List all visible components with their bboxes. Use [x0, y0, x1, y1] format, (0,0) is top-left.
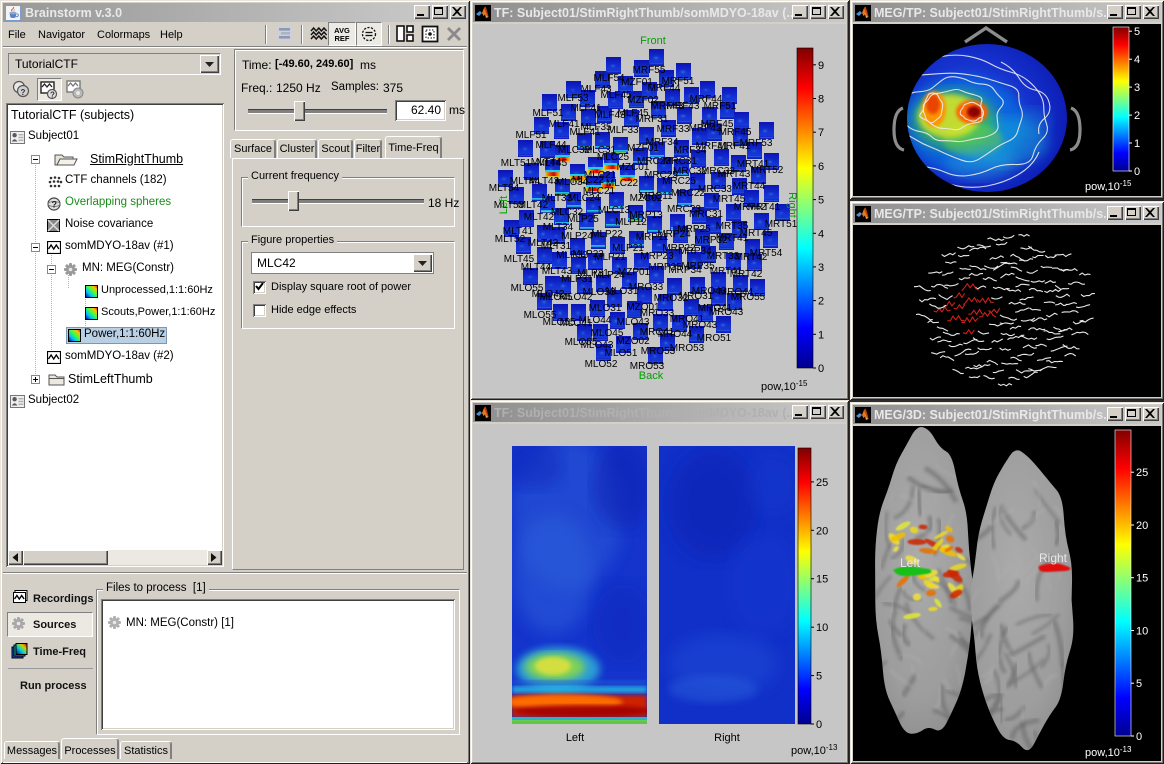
- svg-text:MLF33: MLF33: [607, 125, 639, 136]
- svg-text:MLT42: MLT42: [524, 212, 555, 223]
- svg-text:MLT52: MLT52: [495, 234, 526, 245]
- svg-text:MRC31: MRC31: [689, 209, 723, 220]
- svg-text:10: 10: [1136, 626, 1148, 638]
- svg-text:?: ?: [52, 200, 58, 210]
- svg-text:MLF41: MLF41: [548, 119, 580, 130]
- svg-text:MRO55: MRO55: [731, 292, 766, 303]
- svg-text:MLT54: MLT54: [489, 183, 520, 194]
- svg-text:MLF51: MLF51: [515, 130, 547, 141]
- svg-text:MRO43: MRO43: [709, 307, 744, 318]
- svg-text:MRT42: MRT42: [730, 269, 763, 280]
- svg-text:MRF51: MRF51: [662, 76, 695, 87]
- svg-text:MLO52: MLO52: [585, 359, 618, 370]
- svg-text:7: 7: [818, 127, 824, 139]
- svg-text:MRC11: MRC11: [639, 191, 673, 202]
- svg-text:25: 25: [1136, 467, 1148, 479]
- svg-text:MZF02: MZF02: [627, 95, 659, 106]
- svg-text:0: 0: [1136, 731, 1142, 743]
- svg-text:Front: Front: [640, 35, 666, 47]
- svg-text:MLO55: MLO55: [524, 310, 557, 321]
- svg-text:pow,10-13: pow,10-13: [1085, 745, 1132, 759]
- svg-text:0: 0: [1134, 166, 1140, 178]
- svg-text:MLO55: MLO55: [511, 283, 544, 294]
- svg-text:5: 5: [1136, 678, 1142, 690]
- svg-text:MLF54: MLF54: [593, 73, 625, 84]
- svg-text:20: 20: [1136, 520, 1148, 532]
- svg-text:MLF41: MLF41: [570, 103, 602, 114]
- svg-text:MLP12: MLP12: [615, 217, 647, 228]
- svg-text:MRF53: MRF53: [740, 138, 773, 149]
- svg-text:15: 15: [816, 574, 828, 586]
- svg-text:6: 6: [818, 161, 824, 173]
- svg-text:2: 2: [1134, 110, 1140, 122]
- svg-text:5: 5: [816, 671, 822, 683]
- svg-text:3: 3: [1134, 82, 1140, 94]
- svg-text:MRT44: MRT44: [733, 181, 766, 192]
- svg-text:MLT34: MLT34: [543, 222, 574, 233]
- svg-text:MLT42: MLT42: [528, 238, 559, 249]
- svg-text:MRT54: MRT54: [750, 248, 783, 259]
- svg-text:8: 8: [818, 94, 824, 106]
- svg-text:MRT43: MRT43: [718, 169, 751, 180]
- svg-text:MLC24: MLC24: [568, 193, 601, 204]
- svg-text:5: 5: [1134, 26, 1140, 38]
- svg-text:Left: Left: [566, 732, 584, 744]
- svg-text:MZF01: MZF01: [621, 77, 653, 88]
- svg-text:MLC13: MLC13: [598, 205, 631, 216]
- svg-text:MRF51: MRF51: [704, 101, 737, 112]
- svg-text:Right: Right: [714, 732, 740, 744]
- svg-text:pow,10-13: pow,10-13: [791, 743, 838, 757]
- svg-text:?: ?: [50, 91, 55, 100]
- svg-text:Right: Right: [786, 192, 798, 218]
- svg-text:MLO31: MLO31: [589, 303, 622, 314]
- svg-text:MRF33: MRF33: [657, 124, 690, 135]
- svg-text:25: 25: [816, 477, 828, 489]
- svg-text:MRT41: MRT41: [748, 202, 781, 213]
- svg-text:MRO53: MRO53: [670, 343, 705, 354]
- svg-text:MRT51: MRT51: [765, 219, 798, 230]
- svg-text:0: 0: [818, 363, 824, 375]
- svg-text:4: 4: [1134, 54, 1140, 66]
- svg-text:pow,10-15: pow,10-15: [1085, 179, 1132, 193]
- svg-text:?: ?: [21, 88, 26, 97]
- svg-text:pow,10-15: pow,10-15: [761, 379, 808, 393]
- svg-text:MLC34: MLC34: [556, 177, 589, 188]
- svg-text:MLC32: MLC32: [551, 207, 584, 218]
- svg-text:1: 1: [818, 329, 824, 341]
- svg-text:Back: Back: [639, 370, 664, 382]
- svg-text:MLT51: MLT51: [501, 158, 532, 169]
- svg-text:MLF44: MLF44: [535, 140, 567, 151]
- svg-text:MLO55: MLO55: [565, 337, 598, 348]
- svg-text:3: 3: [818, 262, 824, 274]
- svg-text:20: 20: [816, 525, 828, 537]
- svg-text:Right: Right: [1039, 551, 1068, 565]
- svg-text:MRF45: MRF45: [719, 127, 752, 138]
- svg-text:MRO43: MRO43: [683, 320, 718, 331]
- svg-text:MRT52: MRT52: [751, 165, 784, 176]
- svg-text:Left: Left: [498, 196, 510, 214]
- svg-text:5: 5: [818, 195, 824, 207]
- svg-text:MRP25: MRP25: [677, 224, 711, 235]
- svg-text:10: 10: [816, 622, 828, 634]
- svg-text:MLT44: MLT44: [531, 157, 562, 168]
- svg-text:MRC25: MRC25: [662, 176, 696, 187]
- svg-text:2: 2: [818, 296, 824, 308]
- svg-text:MLO51: MLO51: [605, 348, 638, 359]
- svg-text:4: 4: [818, 228, 824, 240]
- svg-text:Left: Left: [900, 556, 921, 570]
- svg-text:MRO51: MRO51: [697, 333, 732, 344]
- svg-text:MLF53: MLF53: [557, 93, 589, 104]
- svg-text:9: 9: [818, 60, 824, 72]
- svg-text:MLF51: MLF51: [532, 108, 564, 119]
- svg-text:MRF55: MRF55: [633, 65, 666, 76]
- svg-text:1: 1: [1134, 138, 1140, 150]
- svg-text:MLT45: MLT45: [504, 254, 535, 265]
- svg-text:15: 15: [1136, 573, 1148, 585]
- svg-text:0: 0: [816, 719, 822, 731]
- svg-text:MLP22: MLP22: [591, 229, 623, 240]
